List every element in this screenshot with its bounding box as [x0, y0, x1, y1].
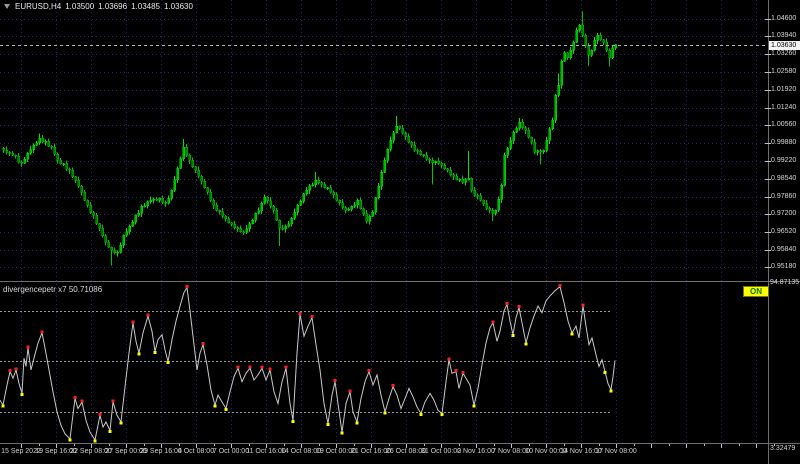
time-axis-label: 11 Oct 16:00	[246, 448, 286, 455]
time-axis-label: 2 Nov 16:00	[457, 448, 495, 455]
chart-title: EURUSD,H4 1.03500 1.03696 1.03485 1.0363…	[4, 2, 193, 11]
price-axis-label: 0.97860	[771, 192, 797, 200]
current-price-tag: 1.03630	[769, 40, 800, 50]
price-axis-label: 0.98540	[771, 174, 797, 182]
price-axis-label: 0.99220	[771, 156, 797, 164]
price-axis-label: 0.95180	[771, 263, 797, 271]
time-axis-label: 17 Nov 08:00	[595, 448, 637, 455]
time-axis[interactable]: 15 Sep 2022 19 Sep 16:00 22 Sep 08:00 27 Se…	[0, 447, 800, 464]
indicator-name-label: divergencepetr x7	[3, 285, 67, 294]
time-axis-label: 31 Oct 00:00	[420, 448, 462, 455]
price-axis-label: 0.95840	[771, 245, 797, 253]
price-axis-label: 1.02580	[771, 68, 797, 76]
price-axis-label: 1.04600	[771, 14, 797, 22]
price-axis-label: 1.00560	[771, 121, 797, 129]
price-axis-label: 1.03260	[771, 50, 797, 58]
price-axis[interactable]: 1.04600 1.03940 1.03260 1.02580 1.01920 1.012…	[769, 0, 800, 443]
ohlc-low: 1.03485	[131, 2, 160, 11]
ohlc-close: 1.03630	[164, 2, 193, 11]
price-axis-label: 0.99880	[771, 139, 797, 147]
price-axis-label: 0.96520	[771, 227, 797, 235]
symbol-period-label: EURUSD,H4	[15, 2, 62, 11]
ohlc-open: 1.03500	[65, 2, 95, 11]
price-axis-label: 0.97200	[771, 210, 797, 218]
price-axis-label: 1.01920	[771, 85, 797, 93]
price-chart-canvas[interactable]	[0, 0, 800, 464]
ohlc-high: 1.03696	[98, 2, 128, 11]
on-button[interactable]: ON	[743, 286, 769, 297]
indicator-max-label: 94.87135	[770, 279, 800, 286]
price-axis-label: 1.01240	[771, 103, 797, 111]
time-axis-label: 4 Oct 08:00	[177, 448, 215, 455]
time-axis-label: 29 Sep 16:00	[140, 448, 182, 455]
chart-marker-icon	[4, 4, 10, 9]
indicator-value-label: 50.71086	[68, 285, 103, 294]
price-axis-label: 1.03940	[771, 32, 797, 40]
time-axis-label: 7 Oct 00:00	[212, 448, 250, 455]
indicator-title: divergencepetr x7 50.71086	[3, 285, 102, 294]
chart-window: EURUSD,H4 1.03500 1.03696 1.03485 1.0363…	[0, 0, 800, 464]
